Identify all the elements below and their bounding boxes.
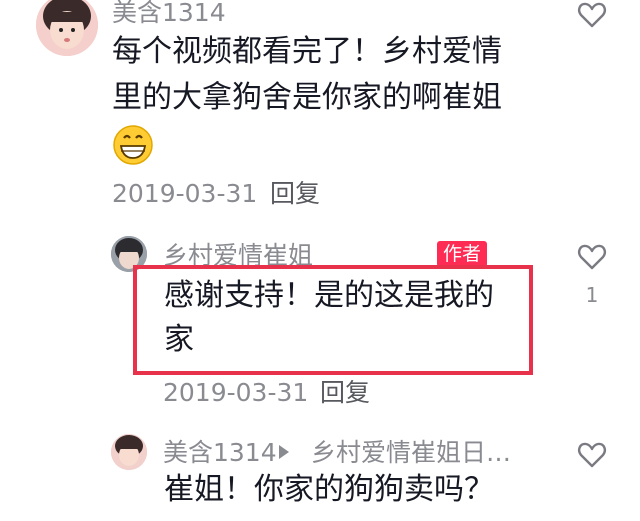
author-badge: 作者 <box>437 241 488 267</box>
comment-text-line: 感谢支持！是的这是我的 <box>164 278 494 313</box>
avatar[interactable] <box>111 434 147 470</box>
reply-to-username[interactable]: 乡村爱情崔姐日… <box>311 440 511 465</box>
heart-icon[interactable] <box>577 0 607 30</box>
heart-icon[interactable] <box>577 242 607 272</box>
play-arrow-icon <box>277 442 291 462</box>
comment-text-line: 里的大拿狗舍是你家的啊崔姐 <box>112 80 502 115</box>
comment-text-line: 家 <box>164 322 194 357</box>
comment-text-line: 崔姐！你家的狗狗卖吗？ <box>164 472 494 507</box>
heart-icon[interactable] <box>577 440 607 470</box>
reply-button[interactable]: 回复 <box>320 380 370 405</box>
avatar[interactable] <box>36 0 98 56</box>
comment-date: 2019-03-31 <box>163 378 309 407</box>
comment-date: 2019-03-31 <box>112 179 258 208</box>
comment-username[interactable]: 美含1314 <box>163 440 277 465</box>
comment-text-line: 每个视频都看完了！乡村爱情 <box>112 34 502 69</box>
reply-button[interactable]: 回复 <box>270 181 320 206</box>
comment-username[interactable]: 美含1314 <box>112 0 226 25</box>
like-count: 1 <box>585 283 599 307</box>
grinning-face-icon <box>112 124 154 166</box>
